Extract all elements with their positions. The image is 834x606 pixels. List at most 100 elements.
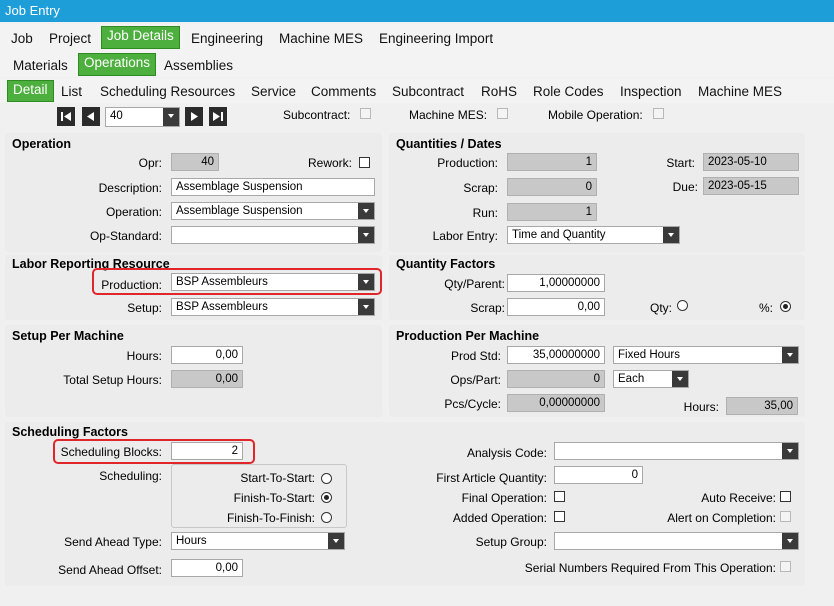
tab-bar-level3: Detail List Scheduling Resources Service…: [0, 78, 834, 103]
tab-assemblies[interactable]: Assemblies: [164, 58, 233, 73]
auto-receive-label: Auto Receive:: [701, 491, 776, 505]
description-field[interactable]: Assemblage Suspension: [171, 178, 375, 196]
mobile-operation-label: Mobile Operation:: [548, 108, 643, 122]
finish-to-start-label: Finish-To-Start:: [233, 491, 315, 505]
subcontract-label: Subcontract:: [283, 108, 351, 122]
production-machine-title: Production Per Machine: [396, 329, 540, 343]
run-qty-label: Run:: [472, 206, 498, 220]
mobile-operation-checkbox[interactable]: [653, 108, 664, 119]
machine-mes-checkbox[interactable]: [497, 108, 508, 119]
tab-list[interactable]: List: [61, 84, 82, 99]
tab-operations[interactable]: Operations: [78, 53, 157, 76]
tab-engineering[interactable]: Engineering: [191, 31, 263, 46]
first-article-label: First Article Quantity:: [436, 471, 547, 485]
tab-machine-mes-detail[interactable]: Machine MES: [698, 84, 782, 99]
qty-parent-label: Qty/Parent:: [444, 277, 505, 291]
production-resource-label: Production:: [101, 278, 162, 292]
due-date-field[interactable]: 2023-05-15: [703, 177, 799, 195]
qty-parent-field[interactable]: 1,00000000: [507, 274, 605, 292]
tab-role-codes[interactable]: Role Codes: [533, 84, 604, 99]
opr-label: Opr:: [138, 156, 162, 170]
first-article-field[interactable]: 0: [554, 466, 643, 484]
tab-engineering-import[interactable]: Engineering Import: [379, 31, 493, 46]
due-date-label: Due:: [672, 180, 698, 194]
next-icon: [191, 112, 198, 121]
analysis-code-select[interactable]: [554, 442, 799, 460]
previous-icon: [87, 112, 94, 121]
send-ahead-offset-field[interactable]: 0,00: [171, 559, 243, 577]
total-setup-hours-field[interactable]: 0,00: [171, 370, 243, 388]
tab-subcontract[interactable]: Subcontract: [392, 84, 464, 99]
tab-job[interactable]: Job: [11, 31, 33, 46]
send-ahead-offset-label: Send Ahead Offset:: [58, 563, 162, 577]
previous-record-button[interactable]: [82, 107, 100, 126]
chevron-down-icon: [358, 203, 374, 219]
setup-machine-title: Setup Per Machine: [12, 329, 124, 343]
ops-part-label: Ops/Part:: [450, 373, 501, 387]
tab-machine-mes[interactable]: Machine MES: [279, 31, 363, 46]
record-selector[interactable]: 40: [105, 107, 180, 127]
labor-entry-select[interactable]: Time and Quantity: [507, 226, 680, 244]
rework-label: Rework:: [307, 156, 352, 170]
setup-resource-select[interactable]: BSP Assembleurs: [171, 298, 375, 316]
send-ahead-type-select[interactable]: Hours: [171, 532, 345, 550]
production-qty-field[interactable]: 1: [507, 153, 597, 171]
serial-numbers-checkbox[interactable]: [780, 561, 791, 572]
setup-hours-field[interactable]: 0,00: [171, 346, 243, 364]
subcontract-checkbox[interactable]: [360, 108, 371, 119]
tab-detail[interactable]: Detail: [7, 80, 54, 102]
ops-part-field[interactable]: 0: [507, 370, 605, 388]
scheduling-blocks-field[interactable]: 2: [171, 442, 243, 460]
percent-radio[interactable]: [780, 301, 791, 312]
setup-group-label: Setup Group:: [475, 535, 547, 549]
ops-part-unit-select[interactable]: Each: [613, 370, 689, 388]
first-icon: [61, 112, 71, 121]
next-record-button[interactable]: [185, 107, 203, 126]
tab-materials[interactable]: Materials: [13, 58, 68, 73]
prod-std-label: Prod Std:: [450, 349, 501, 363]
chevron-down-icon: [358, 227, 374, 243]
prod-std-field[interactable]: 35,00000000: [507, 346, 605, 364]
prod-std-unit-select[interactable]: Fixed Hours: [613, 346, 799, 364]
prod-hours-field[interactable]: 35,00: [726, 397, 798, 415]
percent-radio-label: %:: [758, 301, 773, 315]
tab-comments[interactable]: Comments: [311, 84, 376, 99]
added-operation-checkbox[interactable]: [554, 511, 565, 522]
finish-to-start-radio[interactable]: [321, 492, 332, 503]
alert-completion-checkbox[interactable]: [780, 511, 791, 522]
first-record-button[interactable]: [57, 107, 75, 126]
production-resource-select[interactable]: BSP Assembleurs: [171, 273, 375, 291]
last-record-button[interactable]: [209, 107, 227, 126]
window-title-bar: Job Entry: [0, 0, 834, 22]
finish-to-finish-radio[interactable]: [321, 512, 332, 523]
chevron-down-icon: [358, 274, 374, 290]
tab-job-details[interactable]: Job Details: [101, 26, 180, 49]
start-to-start-radio[interactable]: [321, 473, 332, 484]
pcs-cycle-field[interactable]: 0,00000000: [507, 394, 605, 412]
chevron-down-icon: [782, 533, 798, 549]
scrap-factor-field[interactable]: 0,00: [507, 298, 605, 316]
final-operation-checkbox[interactable]: [554, 491, 565, 502]
qty-radio[interactable]: [677, 300, 688, 311]
start-date-field[interactable]: 2023-05-10: [703, 153, 799, 171]
tab-rohs[interactable]: RoHS: [481, 84, 517, 99]
scrap-qty-field[interactable]: 0: [507, 178, 597, 196]
prod-hours-label: Hours:: [683, 400, 719, 414]
auto-receive-checkbox[interactable]: [780, 491, 791, 502]
opr-field[interactable]: 40: [171, 153, 219, 171]
tab-project[interactable]: Project: [49, 31, 91, 46]
setup-group-select[interactable]: [554, 532, 799, 550]
scrap-qty-label: Scrap:: [463, 181, 498, 195]
tab-inspection[interactable]: Inspection: [620, 84, 682, 99]
rework-checkbox[interactable]: [359, 157, 370, 168]
tab-scheduling-resources[interactable]: Scheduling Resources: [100, 84, 235, 99]
op-standard-select[interactable]: [171, 226, 375, 244]
tab-service[interactable]: Service: [251, 84, 296, 99]
chevron-down-icon: [782, 443, 798, 459]
start-to-start-label: Start-To-Start:: [240, 471, 315, 485]
setup-resource-label: Setup:: [127, 301, 162, 315]
operation-select[interactable]: Assemblage Suspension: [171, 202, 375, 220]
labor-entry-label: Labor Entry:: [432, 229, 498, 243]
quantity-factors-title: Quantity Factors: [396, 257, 496, 271]
run-qty-field[interactable]: 1: [507, 203, 597, 221]
